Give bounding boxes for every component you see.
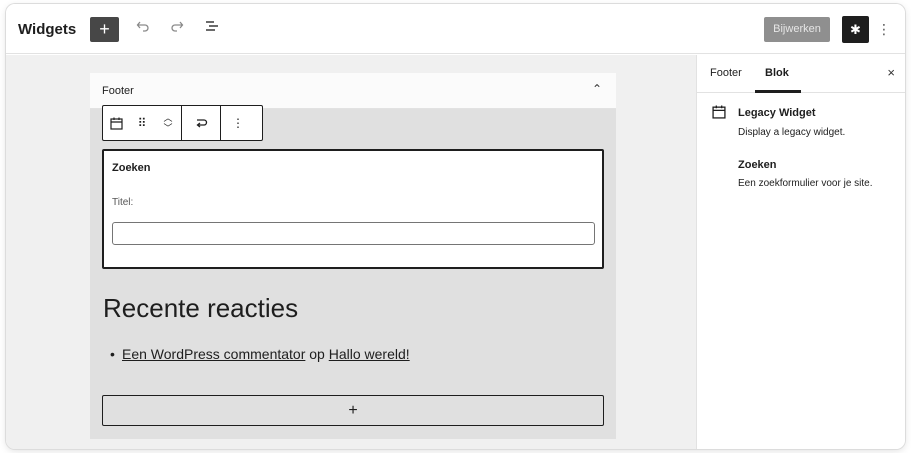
widget-area-title: Footer — [102, 85, 134, 97]
settings-sidebar: Footer Blok × Legacy Widget Display a le… — [696, 55, 905, 449]
recent-comments-heading: Recente reacties — [103, 293, 299, 323]
update-button[interactable]: Bijwerken — [764, 17, 830, 42]
comment-post-link[interactable]: Hallo wereld! — [329, 346, 410, 362]
comment-author-link[interactable]: Een WordPress commentator — [122, 346, 305, 362]
title-field[interactable] — [112, 222, 595, 245]
sidebar-tabs: Footer Blok × — [697, 55, 905, 93]
redo-icon[interactable] — [166, 17, 188, 41]
top-toolbar: Widgets + Bijwerken ✱ ⋮ — [6, 4, 905, 54]
transform-icon[interactable] — [182, 106, 220, 140]
block-toolbar: ⠿ ︿ ﹀ ⋮ — [102, 105, 263, 141]
close-icon[interactable]: × — [887, 65, 895, 80]
legacy-widget-block[interactable]: Zoeken Titel: — [102, 149, 604, 269]
editor-window: Widgets + Bijwerken ✱ ⋮ Footer ⌃ ⠿ ︿ ﹀ ⋮… — [6, 4, 905, 449]
list-bullet: • — [110, 346, 115, 362]
block-appender-button[interactable]: + — [102, 395, 604, 426]
chevron-up-icon[interactable]: ⌃ — [592, 82, 602, 96]
page-title: Widgets — [18, 21, 77, 38]
undo-icon[interactable] — [132, 17, 154, 41]
add-block-button[interactable]: + — [90, 17, 119, 42]
more-options-button[interactable]: ⋮ — [876, 17, 892, 42]
block-toolbar-group-more: ⋮ — [221, 106, 255, 140]
gear-icon: ✱ — [850, 22, 861, 37]
active-tab-indicator — [755, 90, 801, 93]
widget-description: Een zoekformulier voor je site. — [738, 178, 873, 189]
title-field-label: Titel: — [112, 197, 134, 208]
widget-name: Zoeken — [738, 159, 777, 171]
calendar-icon — [712, 105, 726, 119]
block-toolbar-group-main: ⠿ ︿ ﹀ — [103, 106, 182, 140]
list-item: Een WordPress commentator op Hallo werel… — [122, 346, 410, 362]
widget-title: Zoeken — [112, 162, 151, 174]
widget-area-header[interactable]: Footer ⌃ — [90, 73, 616, 109]
editor-canvas: Footer ⌃ ⠿ ︿ ﹀ ⋮ Zoeken Titel: Recente r… — [6, 55, 696, 449]
calendar-icon[interactable] — [103, 106, 129, 140]
drag-handle-icon[interactable]: ⠿ — [129, 106, 155, 140]
settings-button[interactable]: ✱ — [842, 16, 869, 43]
widget-area-footer: Footer ⌃ ⠿ ︿ ﹀ ⋮ Zoeken Titel: Recente r… — [90, 73, 616, 439]
more-vertical-icon: ⋮ — [877, 21, 891, 37]
move-up-down-icon[interactable]: ︿ ﹀ — [155, 106, 181, 140]
block-toolbar-group-transform — [182, 106, 221, 140]
comment-connector: op — [305, 346, 329, 362]
block-description: Display a legacy widget. — [738, 127, 846, 138]
more-vertical-icon[interactable]: ⋮ — [221, 106, 255, 140]
tab-blok[interactable]: Blok — [765, 67, 789, 79]
block-name: Legacy Widget — [738, 107, 816, 119]
tab-footer[interactable]: Footer — [710, 67, 742, 79]
list-view-icon[interactable] — [201, 17, 223, 41]
